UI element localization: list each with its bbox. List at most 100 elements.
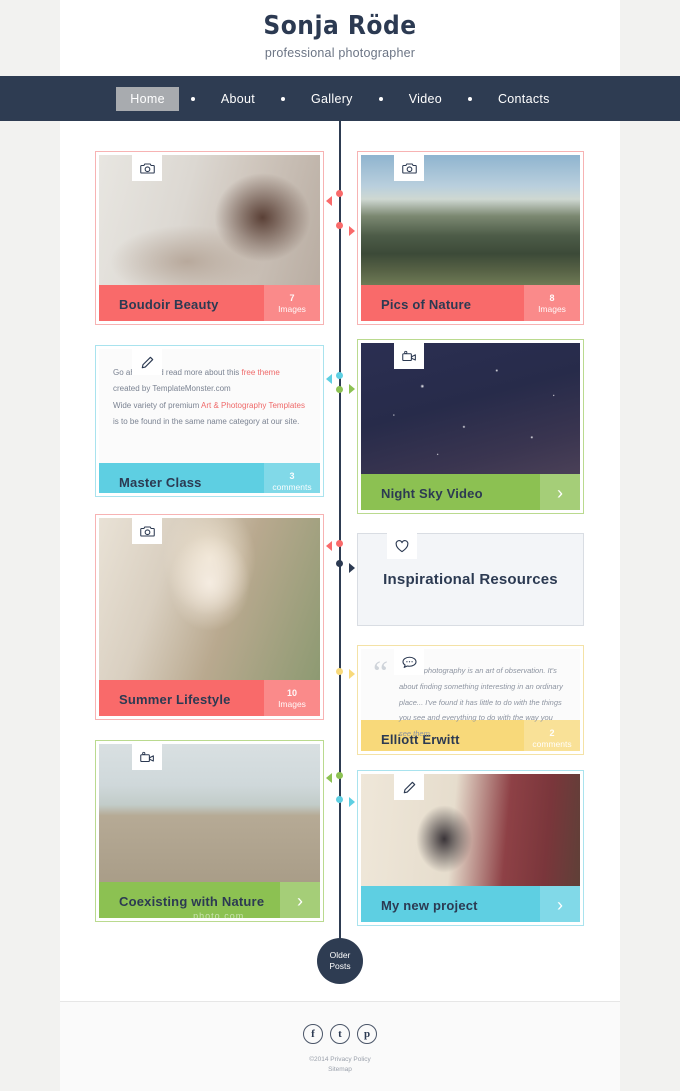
badge-label: comments [272,482,312,493]
body-text: is to be found in the same name category… [113,416,300,426]
pencil-icon [403,781,415,793]
camera-icon [401,162,417,174]
copyright-notice: ©2014 Privacy Policy Sitemap [309,1055,371,1075]
nav-item-home[interactable]: Home [116,86,179,111]
timeline-dot [336,190,343,197]
free-theme-link[interactable]: free theme [242,368,280,377]
card-count-badge: 3 comments [264,463,320,493]
nav-item-about[interactable]: About [207,87,269,111]
timeline-dot [336,772,343,779]
nav-separator-dot [190,96,195,101]
quote-mark-icon: “ [373,655,389,692]
body-text: created by TemplateMonster.com [113,383,231,393]
badge-label: Images [278,699,306,710]
comment-icon [401,656,417,668]
card-boudoir-beauty[interactable]: Boudoir Beauty 7 Images [95,151,332,325]
badge-number: 2 [549,728,555,739]
timeline-pointer [349,797,355,807]
timeline-dot [336,222,343,229]
nav-item-gallery[interactable]: Gallery [297,87,367,111]
card-count-badge: 10 Images [264,680,320,716]
site-tagline: professional photographer [264,45,416,60]
main-navigation: Home About Gallery Video Contacts [0,76,680,121]
facebook-icon[interactable]: f [303,1024,323,1044]
timeline-pointer [326,374,332,384]
heart-icon-tab [387,533,417,559]
badge-label: Images [538,304,566,315]
older-posts-line1: Older [329,949,351,960]
timeline-pointer [326,196,332,206]
badge-label: Images [278,304,306,315]
nav-item-contacts[interactable]: Contacts [484,87,564,111]
timeline-dot [336,372,343,379]
card-elliott-erwitt[interactable]: “ To me, photography is an art of observ… [349,645,584,755]
card-title: Summer Lifestyle [119,691,231,707]
card-pics-of-nature[interactable]: Pics of Nature 8 Images [349,151,584,325]
camera-icon-tab [132,518,162,544]
nav-list: Home About Gallery Video Contacts [116,86,564,111]
card-title: Night Sky Video [381,485,483,501]
camera-icon-tab [132,155,162,181]
pinterest-icon[interactable]: p [357,1024,377,1044]
card-footer-bar: Coexisting with Nature photo.com › [99,882,320,918]
nav-item-video[interactable]: Video [395,87,456,111]
card-next-arrow[interactable]: › [280,882,320,918]
timeline-dot [336,540,343,547]
video-camera-icon [139,751,154,763]
camera-icon-tab [394,155,424,181]
page-root: Sonja Röde professional photographer Hom… [0,0,680,1091]
nav-separator-dot [281,96,286,101]
card-master-class[interactable]: Go ahead and read more about this free t… [95,345,332,497]
copyright-line-1: ©2014 Privacy Policy [309,1056,371,1063]
badge-label: comments [532,739,572,750]
card-title: Pics of Nature [381,296,472,312]
body-paragraph-2: Wide variety of premium Art & Photograph… [113,398,306,429]
card-night-sky-video[interactable]: Night Sky Video › [349,339,584,514]
timeline-pointer [326,541,332,551]
social-links: f t p [303,1024,377,1044]
card-footer-bar: Pics of Nature 8 Images [361,285,580,321]
card-next-arrow[interactable]: › [540,886,580,922]
card-title: Boudoir Beauty [119,296,219,312]
card-footer-bar: Boudoir Beauty 7 Images [99,285,320,321]
site-footer: f t p ©2014 Privacy Policy Sitemap [60,1001,620,1091]
templates-link[interactable]: Art & Photography Templates [201,401,305,410]
site-title: Sonja Röde [263,11,417,41]
card-count-badge: 7 Images [264,285,320,321]
older-posts-line2: Posts [329,961,351,971]
card-summer-lifestyle[interactable]: Summer Lifestyle 10 Images [95,514,332,720]
card-title: Inspirational Resources [383,571,558,588]
card-footer-bar: Master Class 3 comments [99,463,320,493]
camera-icon [139,525,155,537]
card-title: Coexisting with Nature [119,893,265,909]
site-header: Sonja Röde professional photographer [60,0,620,76]
timeline-pointer [349,384,355,394]
timeline-dot [336,668,343,675]
badge-number: 8 [549,293,555,304]
timeline-pointer [349,669,355,679]
timeline-dot [336,796,343,803]
nav-separator-dot [467,96,472,101]
tumblr-icon[interactable]: t [330,1024,350,1044]
older-posts-button[interactable]: Older Posts [317,938,363,984]
timeline-dot [336,560,343,567]
comment-icon-tab [394,649,424,675]
pencil-icon-tab [394,774,424,800]
heart-icon [395,539,409,552]
card-inspirational-resources[interactable]: Inspirational Resources [349,533,584,626]
camera-icon [139,162,155,174]
card-next-arrow[interactable]: › [540,474,580,510]
card-footer-bar: Night Sky Video › [361,474,580,510]
video-camera-icon-tab [132,744,162,770]
timeline-pointer [349,563,355,573]
video-camera-icon [401,350,416,362]
card-title: My new project [381,897,478,913]
card-coexisting-with-nature[interactable]: Coexisting with Nature photo.com › [95,740,332,922]
copyright-line-2[interactable]: Sitemap [309,1065,371,1075]
card-footer-bar: My new project › [361,886,580,922]
pencil-icon [141,356,153,368]
badge-number: 7 [289,293,295,304]
card-my-new-project[interactable]: My new project › [349,770,584,926]
timeline-spine [339,121,341,951]
card-footer-bar: Summer Lifestyle 10 Images [99,680,320,716]
